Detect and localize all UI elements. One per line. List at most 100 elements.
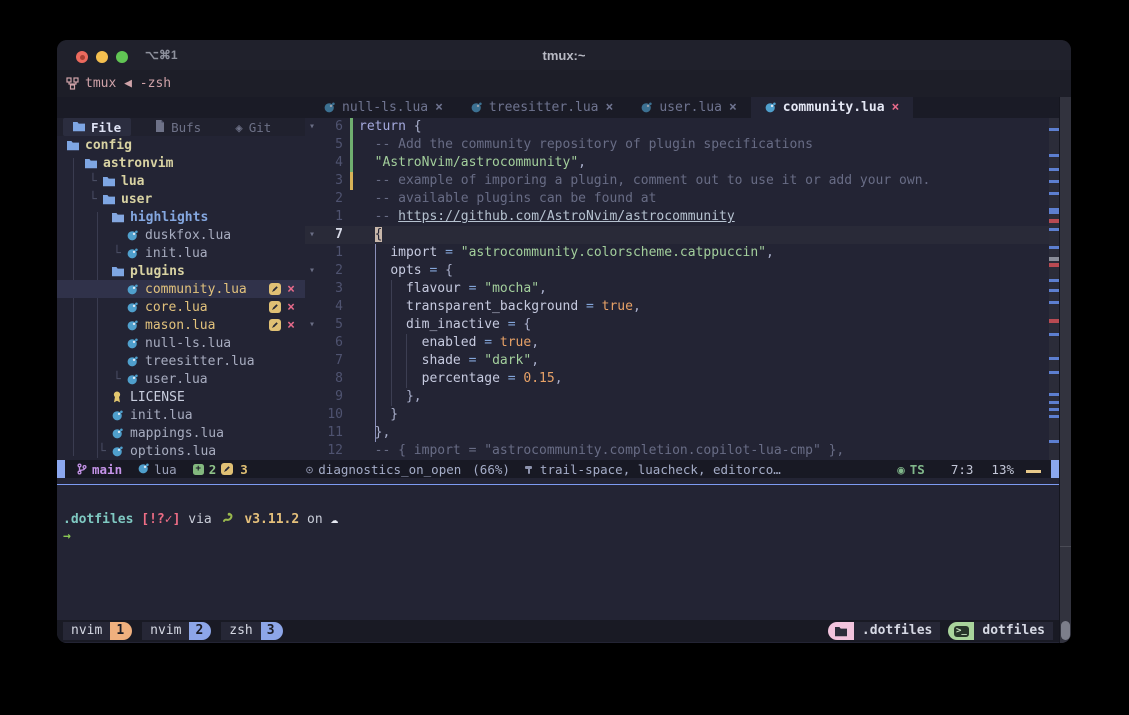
- code-line[interactable]: 11 },: [305, 424, 1059, 442]
- line-number: 7: [319, 226, 349, 244]
- tree-item-null-ls-lua[interactable]: null-ls.lua: [57, 334, 305, 352]
- code-line[interactable]: ▾7 {: [305, 226, 1059, 244]
- tree-item-init-lua[interactable]: └ init.lua: [57, 244, 305, 262]
- unsaved-close-badge[interactable]: ×: [287, 300, 295, 315]
- scroll-mark: [1049, 263, 1059, 267]
- scroll-mark: [1049, 415, 1059, 418]
- tree-item-mason-lua[interactable]: mason.lua×: [57, 316, 305, 334]
- buffer-tab-null-ls[interactable]: null-ls.lua ×: [310, 97, 457, 118]
- close-buffer-icon[interactable]: ×: [435, 100, 443, 115]
- git-branch: main: [92, 462, 122, 477]
- code-line[interactable]: 2 -- available plugins can be found at: [305, 190, 1059, 208]
- git-added-icon: +: [193, 464, 204, 475]
- line-number: 9: [319, 388, 349, 406]
- code-text: },: [359, 388, 1059, 406]
- code-line[interactable]: 6 enabled = true,: [305, 334, 1059, 352]
- unsaved-close-badge[interactable]: ×: [287, 318, 295, 333]
- tmux-segment-label: .dotfiles: [854, 622, 940, 640]
- code-line[interactable]: ▾5 dim_inactive = {: [305, 316, 1059, 334]
- folder-icon: [103, 176, 116, 187]
- code-line[interactable]: 5 -- Add the community repository of plu…: [305, 136, 1059, 154]
- file-tree: configastronvim└lua└userhighlightsduskfo…: [57, 136, 305, 460]
- tmux-window-3[interactable]: zsh3: [221, 622, 282, 640]
- scrollbar-thumb[interactable]: [1061, 621, 1070, 640]
- code-line[interactable]: 1 import = "astrocommunity.colorscheme.c…: [305, 244, 1059, 262]
- tree-item-LICENSE[interactable]: LICENSE: [57, 388, 305, 406]
- tree-item-user-lua[interactable]: └user.lua: [57, 370, 305, 388]
- code-line[interactable]: ▾6return {: [305, 118, 1059, 136]
- tab-git[interactable]: ◈ Git: [225, 118, 281, 136]
- buffer-tab-user[interactable]: user.lua ×: [627, 97, 750, 118]
- line-number: 5: [319, 136, 349, 154]
- tree-item-label: init.lua: [145, 246, 208, 261]
- terminal-scrollbar[interactable]: [1059, 97, 1071, 643]
- lua-file-icon: [324, 102, 335, 113]
- code-line[interactable]: 12 -- { import = "astrocommunity.complet…: [305, 442, 1059, 460]
- code-line[interactable]: 1 -- https://github.com/AstroNvim/astroc…: [305, 208, 1059, 226]
- buffer-tab-community[interactable]: community.lua ×: [751, 97, 914, 118]
- git-sign-column: [349, 424, 359, 442]
- tree-item-highlights[interactable]: highlights: [57, 208, 305, 226]
- editor-cursor: {: [375, 227, 383, 242]
- close-buffer-icon[interactable]: ×: [892, 100, 900, 115]
- terminal-tab-bar[interactable]: tmux ◀ -zsh: [57, 70, 1071, 97]
- code-line[interactable]: 4 "AstroNvim/astrocommunity",: [305, 154, 1059, 172]
- git-modified-badge: [269, 301, 281, 313]
- tree-elbow: └: [113, 246, 127, 261]
- buffer-tab-treesitter[interactable]: treesitter.lua ×: [457, 97, 627, 118]
- tree-item-community-lua[interactable]: community.lua×: [57, 280, 305, 298]
- close-buffer-icon[interactable]: ×: [606, 100, 614, 115]
- code-line[interactable]: ▾2 opts = {: [305, 262, 1059, 280]
- lua-icon: [127, 356, 140, 367]
- buffer-tab-label: user.lua: [659, 100, 722, 115]
- active-tools: trail-space, luacheck, editorco…: [540, 462, 781, 477]
- fold-toggle-icon[interactable]: ▾: [305, 226, 319, 244]
- lua-icon: [127, 230, 140, 241]
- tree-item-init-lua[interactable]: init.lua: [57, 406, 305, 424]
- folder-icon: [103, 194, 116, 205]
- file-explorer: File Bufs ◈ Git: [57, 118, 305, 460]
- code-line[interactable]: 3 -- example of imporing a plugin, comme…: [305, 172, 1059, 190]
- tree-item-duskfox-lua[interactable]: duskfox.lua: [57, 226, 305, 244]
- tmux-window-1[interactable]: nvim1: [63, 622, 132, 640]
- lua-icon: [127, 374, 140, 385]
- code-line[interactable]: 9 },: [305, 388, 1059, 406]
- scroll-mark: [1049, 279, 1059, 282]
- fold-toggle-icon[interactable]: ▾: [305, 262, 319, 280]
- code-line[interactable]: 3 flavour = "mocha",: [305, 280, 1059, 298]
- fold-toggle-icon[interactable]: ▾: [305, 118, 319, 136]
- tree-item-astronvim[interactable]: astronvim: [57, 154, 305, 172]
- prompt-segment: v3.11.2: [237, 512, 300, 527]
- git-changed-count: 3: [240, 462, 248, 477]
- shell-pane[interactable]: .dotfiles [!?✓] via v3.11.2 on ☁ →: [57, 478, 1059, 620]
- tree-item-lua[interactable]: └lua: [57, 172, 305, 190]
- fold-toggle-icon[interactable]: ▾: [305, 316, 319, 334]
- tree-item-mappings-lua[interactable]: mappings.lua: [57, 424, 305, 442]
- tree-item-user[interactable]: └user: [57, 190, 305, 208]
- close-buffer-icon[interactable]: ×: [729, 100, 737, 115]
- tab-bufs[interactable]: Bufs: [145, 118, 211, 136]
- tree-item-options-lua[interactable]: └options.lua: [57, 442, 305, 460]
- code-text: flavour = "mocha",: [359, 280, 1059, 298]
- code-text: return {: [359, 118, 1059, 136]
- code-line[interactable]: 7 shade = "dark",: [305, 352, 1059, 370]
- tree-item-config[interactable]: config: [57, 136, 305, 154]
- tree-item-treesitter-lua[interactable]: treesitter.lua: [57, 352, 305, 370]
- line-number: 3: [319, 280, 349, 298]
- tmux-window-2[interactable]: nvim2: [142, 622, 211, 640]
- line-number: 1: [319, 244, 349, 262]
- tab-file[interactable]: File: [63, 118, 131, 136]
- code-line[interactable]: 8 percentage = 0.15,: [305, 370, 1059, 388]
- code-line[interactable]: 4 transparent_background = true,: [305, 298, 1059, 316]
- unsaved-close-badge[interactable]: ×: [287, 282, 295, 297]
- tree-item-plugins[interactable]: plugins: [57, 262, 305, 280]
- code-text: -- https://github.com/AstroNvim/astrocom…: [359, 208, 1059, 226]
- mode-indicator-right: [1051, 460, 1059, 478]
- statusline: main lua + 2 3 ⊙ diagnostics_on_open: [57, 460, 1059, 478]
- tree-elbow: └: [89, 174, 103, 189]
- code-line[interactable]: 10 }: [305, 406, 1059, 424]
- code-editor[interactable]: ▾6return {5 -- Add the community reposit…: [305, 118, 1059, 460]
- tree-item-core-lua[interactable]: core.lua×: [57, 298, 305, 316]
- line-number: 4: [319, 298, 349, 316]
- git-sign-column: [349, 208, 359, 226]
